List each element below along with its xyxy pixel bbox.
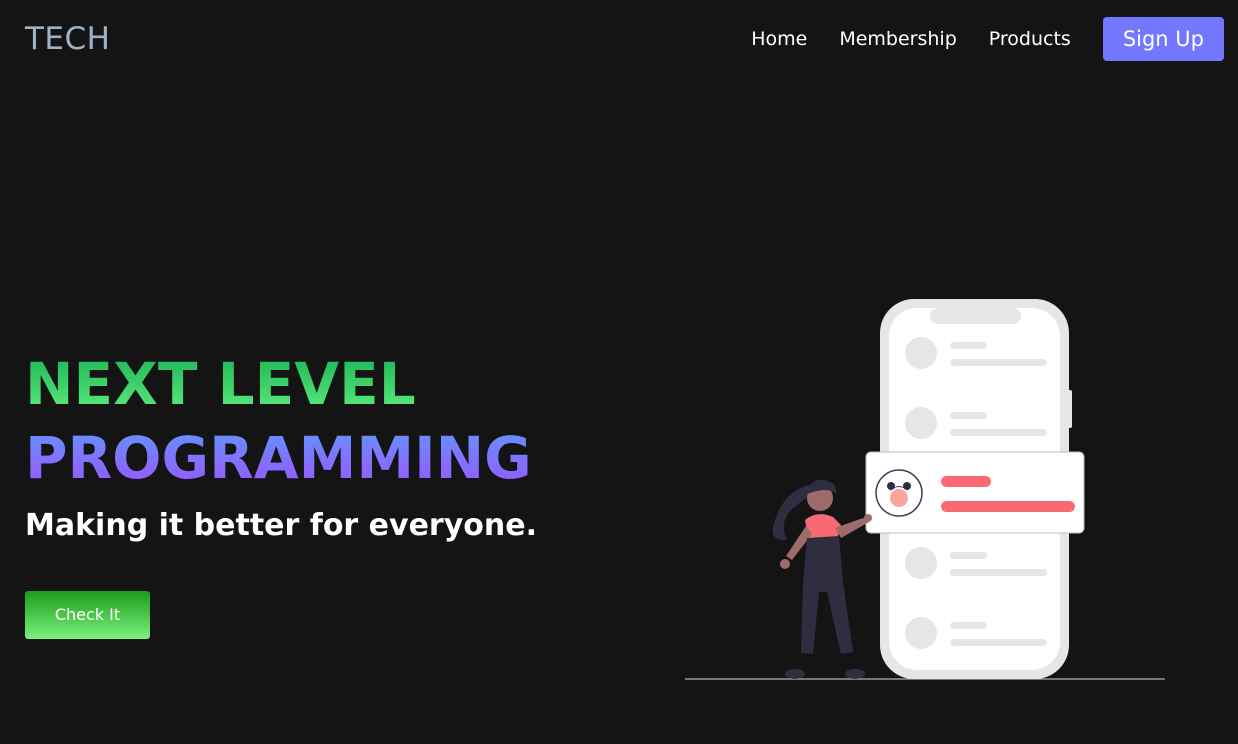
check-it-button[interactable]: Check It [25, 591, 150, 639]
navbar: TECH Home Membership Products Sign Up [0, 0, 1238, 78]
logo[interactable]: TECH [25, 21, 110, 57]
page: TECH Home Membership Products Sign Up NE… [0, 0, 1238, 744]
hero-title-line2: PROGRAMMING [25, 418, 537, 498]
nav-link-products[interactable]: Products [989, 28, 1071, 50]
hero-title-line1: NEXT LEVEL [25, 350, 537, 418]
nav-menu: Home Membership Products Sign Up [751, 17, 1224, 61]
woman-figure [772, 479, 872, 679]
nav-link-home[interactable]: Home [751, 28, 807, 50]
hero-illustration [685, 299, 1165, 680]
signup-button[interactable]: Sign Up [1102, 17, 1224, 61]
hero-content: NEXT LEVEL PROGRAMMING Making it better … [25, 350, 537, 543]
nav-link-membership[interactable]: Membership [839, 28, 956, 50]
profile-card [865, 451, 1085, 534]
hero-subtitle: Making it better for everyone. [25, 508, 537, 543]
